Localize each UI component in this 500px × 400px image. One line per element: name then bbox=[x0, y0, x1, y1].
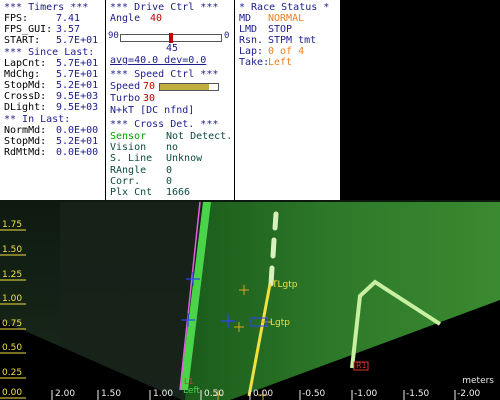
in-label-rdmtmd: RdMtMd: bbox=[4, 147, 47, 158]
race-value-lap: 0 of 4 bbox=[268, 46, 305, 57]
turbo-value: 30 bbox=[143, 93, 156, 104]
timer-value-fps-gui: 3.57 bbox=[56, 24, 81, 35]
speed-value: 70 bbox=[143, 81, 156, 92]
since-label-dlight: DLight: bbox=[4, 102, 47, 113]
speed-bar-fill bbox=[160, 84, 210, 90]
cross-label-rangle: RAngle bbox=[110, 165, 147, 176]
cross-value-rangle: 0 bbox=[166, 165, 173, 176]
race-status-panel: * Race Status * MD NORMAL LMD STOP Rsn. … bbox=[235, 0, 340, 200]
lgtp-tag: Lgtp bbox=[270, 318, 290, 328]
avg-dev-readout: avg=40.0 dev=0.0 bbox=[110, 55, 207, 66]
y-tick-label: 0.00 bbox=[2, 388, 23, 398]
cross-det-header: *** Cross Det. *** bbox=[110, 119, 219, 130]
y-tick-label: 1.50 bbox=[2, 245, 23, 255]
y-tick-label: 0.25 bbox=[2, 368, 23, 378]
speed-label: Speed bbox=[110, 81, 141, 92]
angle-slider[interactable] bbox=[120, 33, 222, 43]
race-label-lap: Lap: bbox=[239, 46, 264, 57]
angle-value: 40 bbox=[150, 13, 163, 24]
race-value-lmd: STOP bbox=[268, 24, 293, 35]
cross-value-corr: 0 bbox=[166, 176, 173, 187]
since-label-crossd: CrossD: bbox=[4, 91, 47, 102]
since-value-stopmd: 5.2E+01 bbox=[56, 80, 99, 91]
y-tick-label: 1.75 bbox=[2, 220, 23, 230]
timer-label-fps-gui: FPS_GUI: bbox=[4, 24, 53, 35]
turbo-label: Turbo bbox=[110, 93, 141, 104]
cross-label-corr: Corr. bbox=[110, 176, 141, 187]
in-label-normmd: NormMd: bbox=[4, 125, 47, 136]
l1-tag: L1 bbox=[184, 377, 194, 386]
cross-label-sensor: Sensor bbox=[110, 131, 147, 142]
x-tick-label: -0.50 bbox=[302, 389, 326, 399]
y-tick-label: 0.75 bbox=[2, 319, 23, 329]
x-tick-label: 1.50 bbox=[101, 389, 122, 399]
since-last-header: *** Since Last: bbox=[4, 47, 95, 58]
timer-label-fps: FPS: bbox=[4, 13, 29, 24]
x-tick-label: -1.50 bbox=[406, 389, 430, 399]
speed-header: *** Speed Ctrl *** bbox=[110, 69, 219, 80]
speed-bar bbox=[159, 83, 219, 91]
camera-view: 1.75 1.50 1.25 1.00 0.75 0.50 0.25 0.00 … bbox=[0, 200, 500, 400]
angle-slider-knob[interactable] bbox=[169, 33, 173, 43]
slider-min-label: 90 bbox=[108, 31, 119, 41]
drive-panel: *** Drive Ctrl *** Angle 40 90 0 45 avg=… bbox=[106, 0, 234, 200]
cross-value-plxcnt: 1666 bbox=[166, 187, 191, 198]
units-label: meters bbox=[462, 376, 494, 386]
in-label-stopmd: StopMd: bbox=[4, 136, 47, 147]
race-label-rsn: Rsn. bbox=[239, 35, 264, 46]
slider-value-label: 45 bbox=[166, 43, 179, 54]
tlgtp-tag: TLgtp bbox=[272, 280, 298, 290]
in-value-rdmtmd: 0.0E+00 bbox=[56, 147, 99, 158]
x-tick-label: -1.00 bbox=[354, 389, 378, 399]
cross-value-sensor: Not Detect. bbox=[166, 131, 233, 142]
since-label-mdchg: MdChg: bbox=[4, 69, 41, 80]
x-tick-label: 0.00 bbox=[253, 389, 274, 399]
race-value-md: NORMAL bbox=[268, 13, 305, 24]
in-value-normmd: 0.0E+00 bbox=[56, 125, 99, 136]
race-value-rsn: STPM tmt bbox=[268, 35, 317, 46]
in-value-stopmd: 5.2E+01 bbox=[56, 136, 99, 147]
since-value-crossd: 9.5E+03 bbox=[56, 91, 99, 102]
since-label-lapcnt: LapCnt: bbox=[4, 58, 47, 69]
race-label-lmd: LMD bbox=[239, 24, 258, 35]
drive-header: *** Drive Ctrl *** bbox=[110, 2, 219, 13]
since-label-stopmd: StopMd: bbox=[4, 80, 47, 91]
r1-tag: R1 bbox=[356, 361, 367, 370]
x-tick-label: -2.00 bbox=[457, 389, 481, 399]
nkt-status: N+kT [DC nfnd] bbox=[110, 105, 195, 116]
left-tag: Left bbox=[183, 386, 200, 396]
y-tick-label: 1.00 bbox=[2, 294, 23, 304]
x-tick-label: 1.00 bbox=[153, 389, 174, 399]
cross-value-sline: Unknow bbox=[166, 153, 203, 164]
since-value-lapcnt: 5.7E+01 bbox=[56, 58, 99, 69]
y-tick-label: 0.50 bbox=[2, 343, 23, 353]
timer-value-fps: 7.41 bbox=[56, 13, 81, 24]
race-label-take: Take: bbox=[239, 57, 270, 68]
race-label-md: MD bbox=[239, 13, 252, 24]
cross-label-sline: S. Line bbox=[110, 153, 153, 164]
timer-label-start: START: bbox=[4, 35, 41, 46]
cross-value-vision: no bbox=[166, 142, 179, 153]
since-value-mdchg: 5.7E+01 bbox=[56, 69, 99, 80]
track-scene bbox=[0, 200, 500, 400]
timers-header: *** Timers *** bbox=[4, 2, 89, 13]
timer-value-start: 5.7E+01 bbox=[56, 35, 99, 46]
cross-label-vision: Vision bbox=[110, 142, 147, 153]
x-tick-label: 0.50 bbox=[204, 389, 225, 399]
since-value-dlight: 9.5E+03 bbox=[56, 102, 99, 113]
timers-panel: *** Timers *** FPS: 7.41 FPS_GUI: 3.57 S… bbox=[0, 0, 105, 200]
race-value-take: Left bbox=[268, 57, 293, 68]
in-last-header: ** In Last: bbox=[4, 114, 71, 125]
slider-max-label: 0 bbox=[224, 31, 230, 41]
cross-label-plxcnt: Plx Cnt bbox=[110, 187, 153, 198]
race-header: * Race Status * bbox=[239, 2, 330, 13]
x-tick-label: 2.00 bbox=[55, 389, 76, 399]
angle-label: Angle bbox=[110, 13, 141, 24]
y-tick-label: 1.25 bbox=[2, 270, 23, 280]
